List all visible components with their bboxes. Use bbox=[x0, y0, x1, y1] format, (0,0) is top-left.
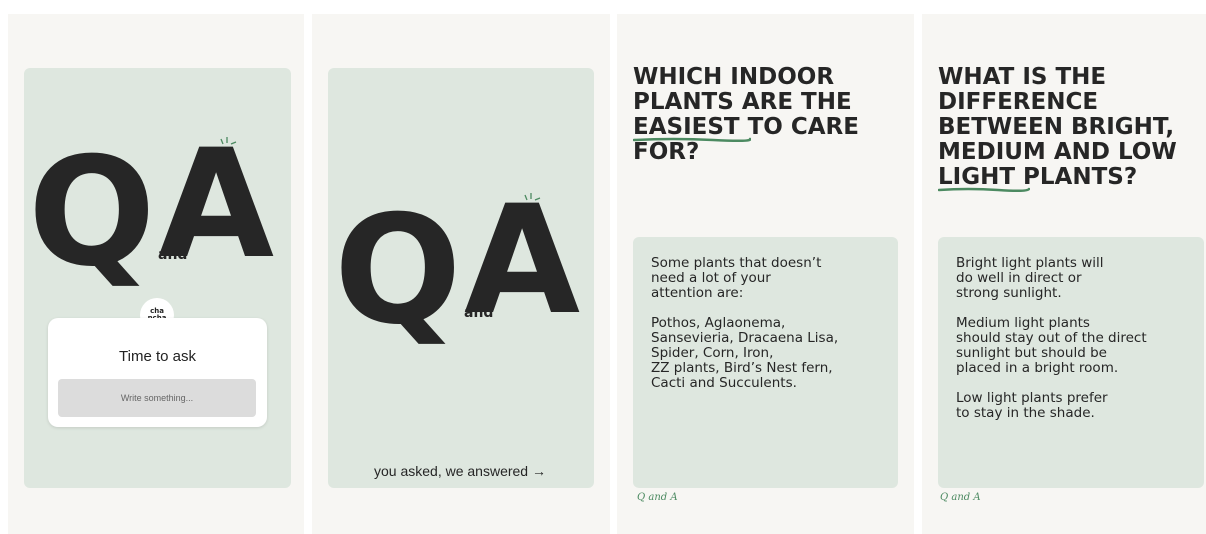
answer-text: Some plants that doesn’t need a lot of y… bbox=[651, 256, 891, 406]
question-line: MEDIUM AND LOW bbox=[938, 139, 1177, 165]
question-line: WHICH INDOOR bbox=[633, 64, 835, 90]
question-line: WHAT IS THE bbox=[938, 64, 1107, 90]
question-line: LIGHT PLANTS? bbox=[938, 164, 1206, 193]
question-sticker: Time to ask Write something... bbox=[48, 318, 267, 427]
question-sticker-title: Time to ask bbox=[119, 348, 196, 365]
question-line-rest: TO CARE bbox=[739, 114, 859, 140]
question-line: FOR? bbox=[633, 139, 700, 165]
question-line: PLANTS ARE THE bbox=[633, 89, 852, 115]
question-line: DIFFERENCE bbox=[938, 89, 1099, 115]
big-a-letter: A bbox=[464, 174, 580, 348]
question-input[interactable]: Write something... bbox=[58, 379, 256, 417]
answer-card: Bright light plants will do well in dire… bbox=[938, 237, 1204, 488]
slide-qa-ask: Q and A cha ncha Time to ask Write somet… bbox=[8, 14, 304, 534]
big-q-letter: Q bbox=[334, 184, 462, 358]
question-heading: WHAT IS THE DIFFERENCE BETWEEN BRIGHT, M… bbox=[938, 64, 1206, 193]
slide-qa-cover: Q and A you asked, we answered → bbox=[312, 14, 610, 534]
slide-light-levels: WHAT IS THE DIFFERENCE BETWEEN BRIGHT, M… bbox=[922, 14, 1206, 534]
answer-text: Bright light plants will do well in dire… bbox=[956, 256, 1200, 436]
sparkle-accent-icon bbox=[524, 193, 541, 201]
sparkle-accent-icon bbox=[220, 137, 237, 145]
answer-card: Some plants that doesn’t need a lot of y… bbox=[633, 237, 898, 488]
question-line: BETWEEN BRIGHT, bbox=[938, 114, 1175, 140]
underline-stroke bbox=[633, 137, 751, 143]
big-a-letter: A bbox=[158, 118, 274, 292]
answer-paragraph: Some plants that doesn’t need a lot of y… bbox=[651, 255, 822, 301]
answer-paragraph: Pothos, Aglaonema, Sansevieria, Dracaena… bbox=[651, 315, 839, 391]
question-line-rest: PLANTS? bbox=[1015, 164, 1138, 190]
qa-signature: Q and A bbox=[940, 492, 981, 503]
slide-easy-plants: WHICH INDOOR PLANTS ARE THE EASIEST TO C… bbox=[617, 14, 914, 534]
underlined-word: LIGHT bbox=[938, 165, 1030, 193]
answered-caption: you asked, we answered → bbox=[374, 463, 546, 479]
underlined-word: EASIEST bbox=[633, 115, 751, 143]
big-q-letter: Q bbox=[28, 126, 156, 300]
question-line: EASIEST TO CARE bbox=[633, 114, 903, 143]
qa-signature: Q and A bbox=[637, 492, 678, 503]
answer-paragraph: Bright light plants will do well in dire… bbox=[956, 255, 1104, 301]
underline-stroke bbox=[938, 187, 1030, 193]
answer-paragraph: Low light plants prefer to stay in the s… bbox=[956, 390, 1108, 421]
slide-card: Q and A you asked, we answered → bbox=[328, 68, 594, 488]
slide-card: Q and A cha ncha Time to ask Write somet… bbox=[24, 68, 291, 488]
question-heading: WHICH INDOOR PLANTS ARE THE EASIEST TO C… bbox=[633, 65, 903, 165]
answer-paragraph: Medium light plants should stay out of t… bbox=[956, 315, 1147, 376]
